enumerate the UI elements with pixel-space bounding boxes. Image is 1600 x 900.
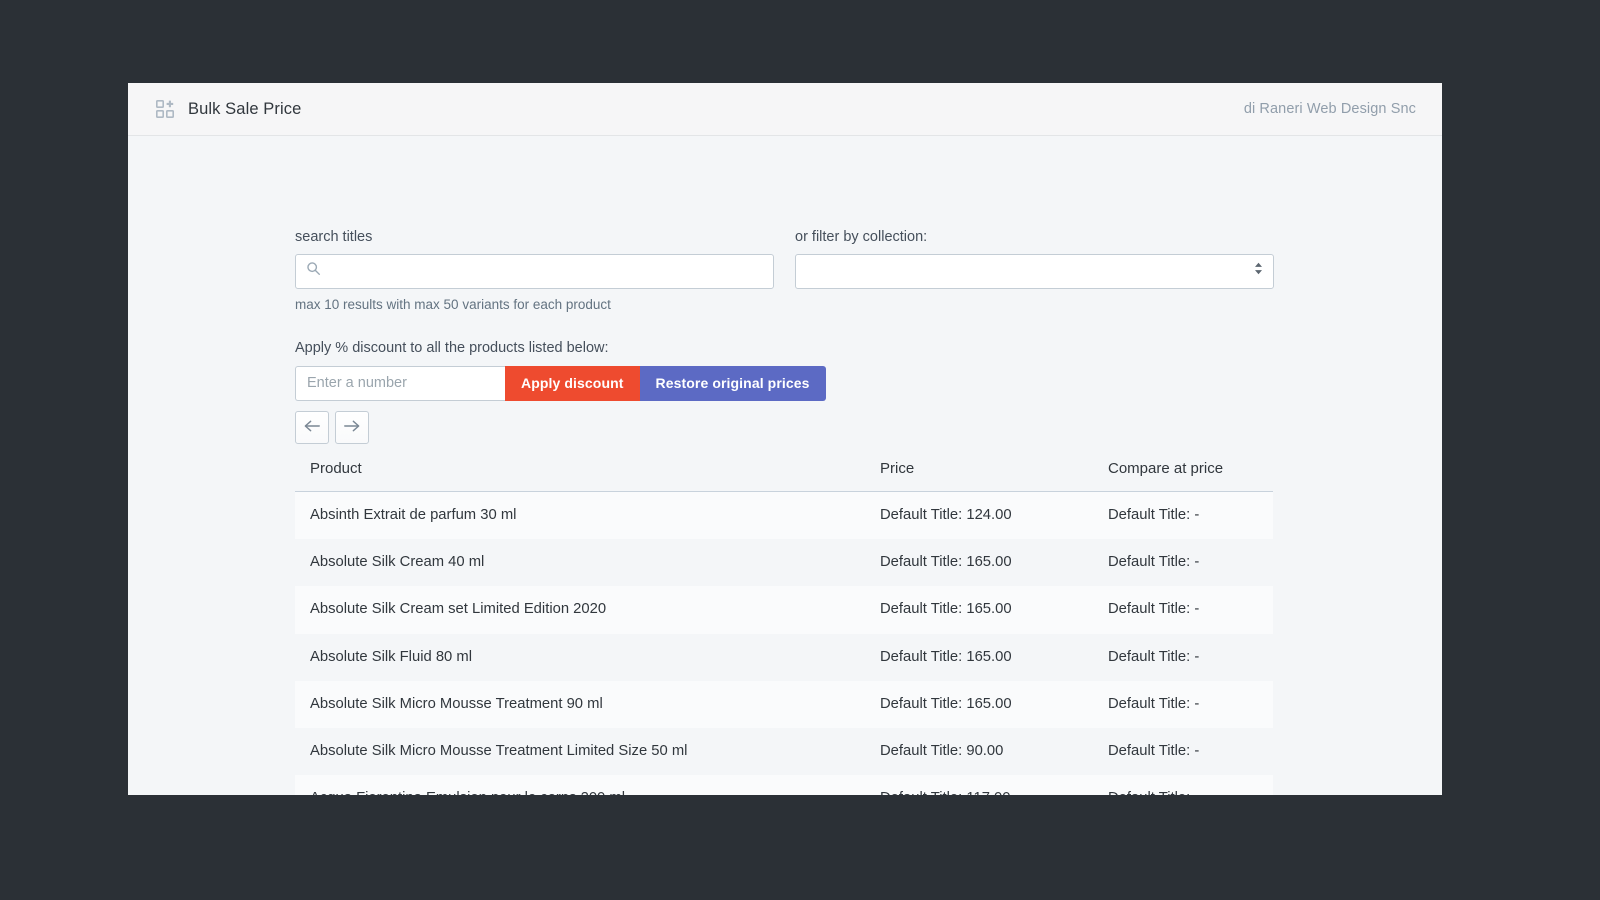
- app-content: search titles max 10 results with max 50…: [128, 136, 1442, 795]
- collection-select[interactable]: [796, 254, 1273, 288]
- app-title: Bulk Sale Price: [188, 99, 302, 118]
- cell-compare-at-price: Default Title: -: [1108, 601, 1200, 618]
- cell-product: Absolute Silk Cream 40 ml: [310, 554, 485, 571]
- app-topbar: Bulk Sale Price di Raneri Web Design Snc: [128, 83, 1442, 136]
- cell-price: Default Title: 90.00: [880, 743, 1004, 760]
- table-row[interactable]: Absolute Silk Fluid 80 ml Default Title: …: [295, 633, 1273, 681]
- products-table-body: Absinth Extrait de parfum 30 ml Default T…: [295, 491, 1273, 795]
- discount-controls: Apply discount Restore original prices: [295, 365, 826, 401]
- cell-compare-at-price: Default Title: -: [1108, 554, 1200, 571]
- column-header-product: Product: [295, 451, 865, 492]
- column-header-compare-at-price: Compare at price: [1093, 451, 1273, 492]
- cell-product: Acqua Fiorentina Emulsion pour le corps …: [295, 775, 865, 795]
- search-input-shell[interactable]: [295, 253, 774, 289]
- search-input[interactable]: [296, 254, 773, 288]
- table-row[interactable]: Absolute Silk Micro Mousse Treatment Lim…: [295, 728, 1273, 776]
- filters-row: search titles max 10 results with max 50…: [295, 228, 1274, 313]
- app-window: Bulk Sale Price di Raneri Web Design Snc…: [128, 83, 1442, 795]
- table-row[interactable]: Absolute Silk Cream set Limited Edition …: [295, 586, 1273, 634]
- cell-compare-at-price: Default Title: -: [1108, 648, 1200, 665]
- discount-block: Apply % discount to all the products lis…: [295, 339, 995, 401]
- pagination-previous-button[interactable]: [295, 411, 329, 444]
- cell-price: Default Title: 165.00: [880, 648, 1012, 665]
- table-row[interactable]: Absolute Silk Micro Mousse Treatment 90 …: [295, 680, 1273, 729]
- pagination-controls: [295, 411, 369, 444]
- cell-price: Default Title: 165.00: [880, 695, 1012, 712]
- cell-price: Default Title: 165.00: [880, 601, 1012, 618]
- table-row[interactable]: Absolute Silk Cream 40 ml Default Title: …: [295, 539, 1273, 587]
- cell-compare-at-price: Default Title: -: [1108, 743, 1200, 760]
- cell-product: Absinth Extrait de parfum 30 ml: [310, 507, 517, 523]
- collection-field-block: or filter by collection:: [795, 228, 1274, 313]
- topbar-left-group: Bulk Sale Price: [156, 100, 301, 118]
- products-table-head: Product Price Compare at price: [295, 451, 1273, 492]
- collection-select-shell[interactable]: [795, 253, 1274, 289]
- vendor-label: di Raneri Web Design Snc: [1243, 101, 1416, 117]
- discount-label: Apply % discount to all the products lis…: [295, 340, 609, 356]
- cell-price: Default Title: 124.00: [880, 507, 1012, 523]
- cell-product: Absolute Silk Fluid 80 ml: [310, 648, 473, 665]
- cell-price: Default Title: 165.00: [880, 554, 1012, 571]
- column-header-price: Price: [865, 451, 1093, 492]
- search-field-block: search titles max 10 results with max 50…: [295, 228, 774, 313]
- cell-product: Absolute Silk Cream set Limited Edition …: [310, 601, 607, 618]
- arrow-right-icon: [343, 419, 361, 436]
- cell-compare-at-price: Default Title: -: [1093, 775, 1273, 795]
- apps-grid-add-icon: [156, 100, 174, 118]
- cell-price: Default Title: 117.00: [865, 775, 1093, 795]
- table-row[interactable]: Absinth Extrait de parfum 30 ml Default T…: [295, 491, 1273, 540]
- search-helper-text: max 10 results with max 50 variants for …: [295, 296, 611, 312]
- cell-product: Absolute Silk Micro Mousse Treatment 90 …: [310, 695, 603, 712]
- collection-filter-label: or filter by collection:: [795, 229, 928, 245]
- pagination-next-button[interactable]: [335, 411, 369, 444]
- discount-input[interactable]: [295, 365, 505, 401]
- arrow-left-icon: [303, 419, 321, 436]
- search-label: search titles: [295, 229, 373, 245]
- apply-discount-button[interactable]: Apply discount: [505, 365, 640, 401]
- table-header-row: Product Price Compare at price: [295, 451, 1273, 492]
- restore-original-prices-button[interactable]: Restore original prices: [639, 365, 826, 401]
- table-row[interactable]: Acqua Fiorentina Emulsion pour le corps …: [295, 775, 1273, 795]
- cell-compare-at-price: Default Title: -: [1108, 507, 1200, 523]
- cell-compare-at-price: Default Title: -: [1108, 695, 1200, 712]
- cell-product: Absolute Silk Micro Mousse Treatment Lim…: [310, 743, 688, 760]
- products-table: Product Price Compare at price Absinth E…: [295, 451, 1273, 795]
